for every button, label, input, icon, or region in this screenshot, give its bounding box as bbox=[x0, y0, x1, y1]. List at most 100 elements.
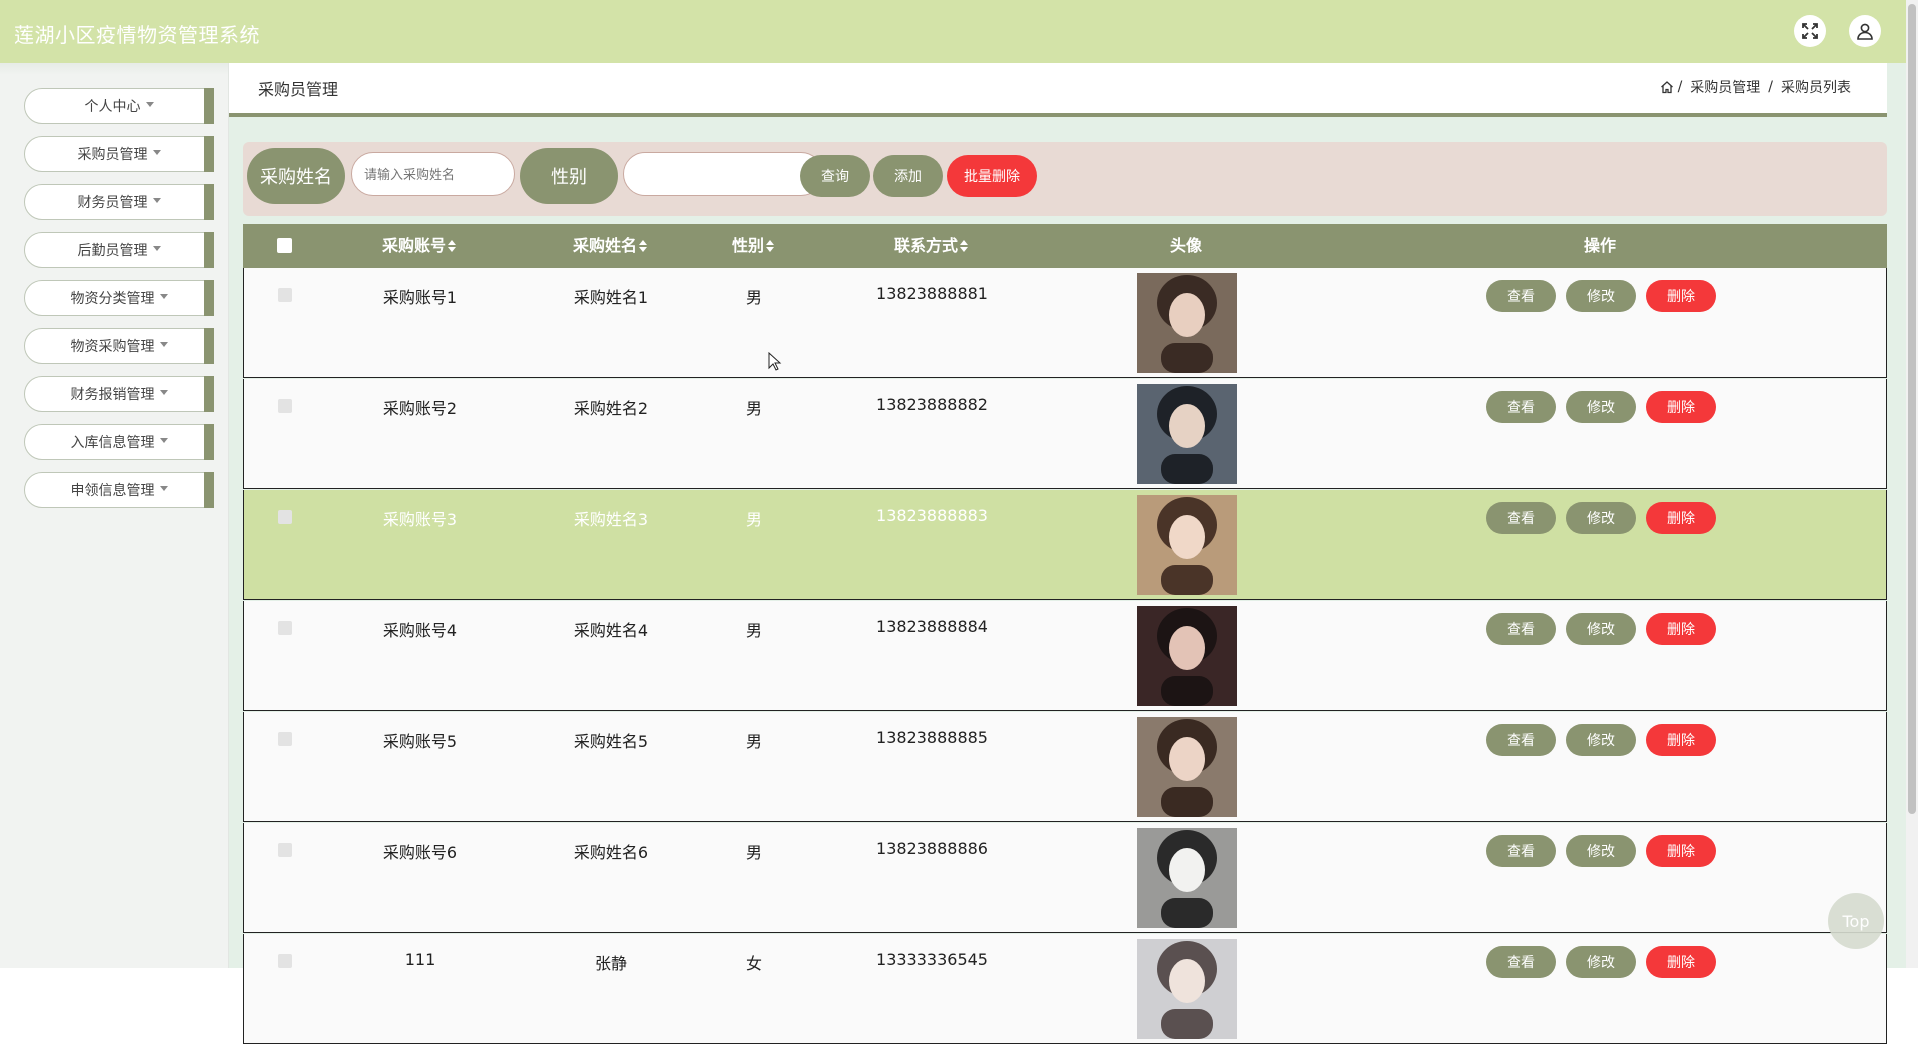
view-button[interactable]: 查看 bbox=[1486, 724, 1556, 756]
cell-phone: 13823888886 bbox=[876, 839, 988, 858]
row-checkbox[interactable] bbox=[278, 399, 292, 413]
sort-icon[interactable] bbox=[448, 240, 457, 252]
cell-gender: 女 bbox=[745, 954, 763, 973]
select-all-checkbox[interactable] bbox=[277, 238, 292, 253]
edit-button[interactable]: 修改 bbox=[1566, 946, 1636, 978]
column-header-gender[interactable]: 性别 bbox=[732, 224, 775, 268]
edit-button[interactable]: 修改 bbox=[1566, 835, 1636, 867]
sort-icon[interactable] bbox=[960, 240, 969, 252]
delete-button[interactable]: 删除 bbox=[1646, 946, 1716, 978]
sidebar: 个人中心 采购员管理 财务员管理 后勤员管理 物资分类管理 物资采购管理 财务报… bbox=[0, 63, 229, 968]
view-button[interactable]: 查看 bbox=[1486, 280, 1556, 312]
main-content: 采购员管理 / 采购员管理 / 采购员列表 采购姓名 性别 查询 添加 批量删除… bbox=[229, 63, 1906, 1044]
query-button[interactable]: 查询 bbox=[800, 155, 870, 197]
sidebar-item-personal-center[interactable]: 个人中心 bbox=[24, 88, 214, 124]
avatar bbox=[1137, 273, 1237, 373]
column-header-phone[interactable]: 联系方式 bbox=[894, 224, 969, 268]
row-checkbox[interactable] bbox=[278, 732, 292, 746]
table-row[interactable]: 采购账号4 采购姓名4 男 13823888884 查看 修改 删除 bbox=[243, 601, 1887, 711]
caret-down-icon bbox=[152, 149, 161, 155]
cell-account: 111 bbox=[404, 950, 436, 969]
breadcrumb-item-buyer-list: 采购员列表 bbox=[1781, 80, 1851, 96]
view-button[interactable]: 查看 bbox=[1486, 391, 1556, 423]
cell-name: 张静 bbox=[594, 954, 628, 973]
cell-account: 采购账号5 bbox=[382, 732, 458, 751]
sidebar-item-application-info[interactable]: 申领信息管理 bbox=[24, 472, 214, 508]
breadcrumb-separator: / bbox=[1677, 79, 1683, 95]
cell-phone: 13823888884 bbox=[876, 617, 988, 636]
view-button[interactable]: 查看 bbox=[1486, 946, 1556, 978]
batch-delete-button[interactable]: 批量删除 bbox=[947, 155, 1037, 197]
sidebar-item-storage-info[interactable]: 入库信息管理 bbox=[24, 424, 214, 460]
caret-down-icon bbox=[159, 389, 168, 395]
scrollbar[interactable] bbox=[1906, 0, 1918, 968]
row-checkbox[interactable] bbox=[278, 621, 292, 635]
cell-name: 采购姓名2 bbox=[573, 399, 649, 418]
caret-down-icon bbox=[159, 437, 168, 443]
table-row[interactable]: 采购账号2 采购姓名2 男 13823888882 查看 修改 删除 bbox=[243, 379, 1887, 489]
cell-gender: 男 bbox=[745, 621, 763, 640]
cell-account: 采购账号6 bbox=[382, 843, 458, 862]
sidebar-item-material-purchase[interactable]: 物资采购管理 bbox=[24, 328, 214, 364]
delete-button[interactable]: 删除 bbox=[1646, 502, 1716, 534]
column-header-name[interactable]: 采购姓名 bbox=[573, 224, 648, 268]
view-button[interactable]: 查看 bbox=[1486, 502, 1556, 534]
delete-button[interactable]: 删除 bbox=[1646, 280, 1716, 312]
add-button[interactable]: 添加 bbox=[873, 155, 943, 197]
row-checkbox[interactable] bbox=[278, 843, 292, 857]
edit-button[interactable]: 修改 bbox=[1566, 502, 1636, 534]
caret-down-icon bbox=[159, 293, 168, 299]
row-checkbox[interactable] bbox=[278, 954, 292, 968]
cell-phone: 13823888883 bbox=[876, 506, 988, 525]
delete-button[interactable]: 删除 bbox=[1646, 391, 1716, 423]
edit-button[interactable]: 修改 bbox=[1566, 391, 1636, 423]
fullscreen-icon[interactable] bbox=[1794, 15, 1826, 47]
home-icon[interactable] bbox=[1660, 80, 1674, 94]
cell-gender: 男 bbox=[745, 732, 763, 751]
user-icon[interactable] bbox=[1849, 15, 1881, 47]
sidebar-item-logistics-staff[interactable]: 后勤员管理 bbox=[24, 232, 214, 268]
column-header-label: 采购账号 bbox=[381, 236, 447, 255]
back-to-top-button[interactable]: Top bbox=[1828, 893, 1884, 949]
caret-down-icon bbox=[152, 197, 161, 203]
view-button[interactable]: 查看 bbox=[1486, 835, 1556, 867]
breadcrumb-item-buyer-management[interactable]: 采购员管理 bbox=[1690, 77, 1760, 97]
sort-icon[interactable] bbox=[639, 240, 648, 252]
sidebar-item-label: 财务报销管理 bbox=[70, 387, 155, 403]
table-row[interactable]: 采购账号1 采购姓名1 男 13823888881 查看 修改 删除 bbox=[243, 268, 1887, 378]
caret-down-icon bbox=[159, 341, 168, 347]
sidebar-item-finance-staff[interactable]: 财务员管理 bbox=[24, 184, 214, 220]
sidebar-item-label: 申领信息管理 bbox=[70, 483, 155, 499]
avatar bbox=[1137, 717, 1237, 817]
sort-icon[interactable] bbox=[766, 240, 775, 252]
sidebar-item-label: 后勤员管理 bbox=[77, 243, 148, 259]
table-row[interactable]: 111 张静 女 13333336545 查看 修改 删除 bbox=[243, 934, 1887, 1044]
scrollbar-thumb[interactable] bbox=[1908, 4, 1916, 814]
table-row[interactable]: 采购账号6 采购姓名6 男 13823888886 查看 修改 删除 bbox=[243, 823, 1887, 933]
row-checkbox[interactable] bbox=[278, 510, 292, 524]
delete-button[interactable]: 删除 bbox=[1646, 613, 1716, 645]
row-checkbox[interactable] bbox=[278, 288, 292, 302]
avatar bbox=[1137, 828, 1237, 928]
cell-phone: 13333336545 bbox=[876, 950, 988, 969]
sidebar-item-label: 入库信息管理 bbox=[70, 435, 155, 451]
name-search-input[interactable] bbox=[351, 152, 515, 196]
edit-button[interactable]: 修改 bbox=[1566, 724, 1636, 756]
column-header-account[interactable]: 采购账号 bbox=[381, 224, 457, 268]
view-button[interactable]: 查看 bbox=[1486, 613, 1556, 645]
edit-button[interactable]: 修改 bbox=[1566, 280, 1636, 312]
delete-button[interactable]: 删除 bbox=[1646, 724, 1716, 756]
table-row[interactable]: 采购账号3 采购姓名3 男 13823888883 查看 修改 删除 bbox=[243, 490, 1887, 600]
app-title: 莲湖小区疫情物资管理系统 bbox=[14, 23, 260, 47]
cell-gender: 男 bbox=[745, 399, 763, 418]
table-row[interactable]: 采购账号5 采购姓名5 男 13823888885 查看 修改 删除 bbox=[243, 712, 1887, 822]
gender-filter-label: 性别 bbox=[520, 148, 618, 204]
gender-select[interactable] bbox=[623, 152, 823, 196]
search-bar: 采购姓名 性别 查询 添加 批量删除 bbox=[243, 142, 1887, 216]
avatar bbox=[1137, 495, 1237, 595]
sidebar-item-reimbursement[interactable]: 财务报销管理 bbox=[24, 376, 214, 412]
sidebar-item-material-category[interactable]: 物资分类管理 bbox=[24, 280, 214, 316]
edit-button[interactable]: 修改 bbox=[1566, 613, 1636, 645]
sidebar-item-buyer-management[interactable]: 采购员管理 bbox=[24, 136, 214, 172]
delete-button[interactable]: 删除 bbox=[1646, 835, 1716, 867]
